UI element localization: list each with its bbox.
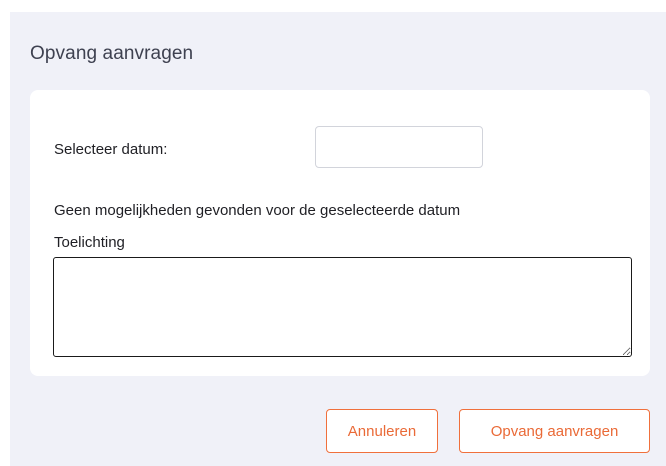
note-textarea[interactable] bbox=[53, 257, 632, 357]
form-card: Selecteer datum: Geen mogelijkheden gevo… bbox=[30, 90, 650, 376]
date-label: Selecteer datum: bbox=[54, 141, 168, 158]
dialog-panel: Opvang aanvragen Selecteer datum: Geen m… bbox=[10, 12, 666, 466]
dialog-title: Opvang aanvragen bbox=[30, 43, 194, 64]
cancel-button[interactable]: Annuleren bbox=[326, 409, 438, 453]
note-label: Toelichting bbox=[54, 234, 125, 251]
no-availability-message: Geen mogelijkheden gevonden voor de gese… bbox=[54, 202, 461, 219]
request-care-button[interactable]: Opvang aanvragen bbox=[459, 409, 650, 453]
date-input[interactable] bbox=[315, 126, 483, 168]
